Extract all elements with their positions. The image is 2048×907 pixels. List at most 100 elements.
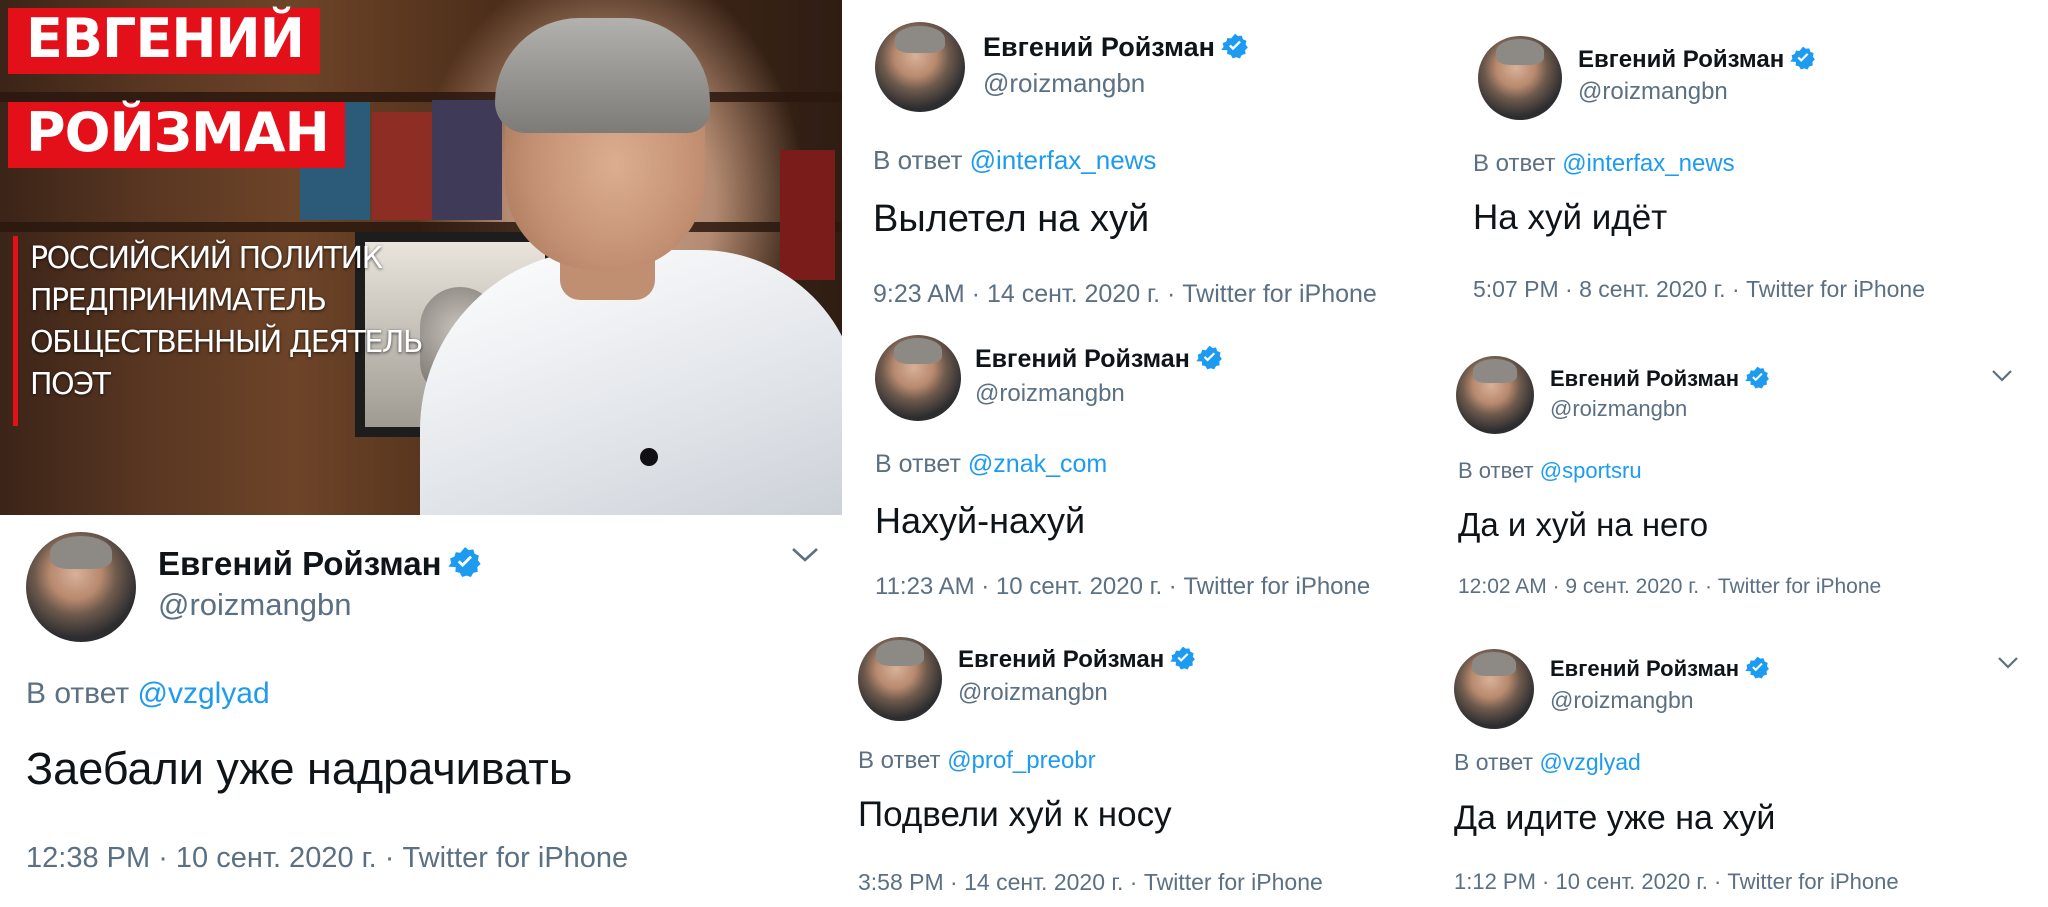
tweet-time[interactable]: 11:23 AM: [875, 573, 975, 600]
tweet-source[interactable]: Twitter for iPhone: [1718, 575, 1881, 598]
chevron-down-icon[interactable]: [1990, 368, 2014, 384]
tweet-meta: 12:02 AM · 9 сент. 2020 г. · Twitter for…: [1458, 575, 1882, 598]
display-name[interactable]: Евгений Ройзман: [1550, 655, 1770, 682]
verified-badge-icon: [1170, 646, 1196, 670]
tweet-card[interactable]: Евгений Ройзман @roizmangbn В ответ @spo…: [1440, 340, 2048, 620]
avatar[interactable]: [1478, 36, 1562, 120]
handle[interactable]: @roizmangbn: [158, 587, 351, 623]
avatar[interactable]: [26, 532, 136, 642]
person-hair: [495, 18, 710, 133]
reply-mention-link[interactable]: @znak_com: [968, 450, 1107, 478]
book: [372, 112, 432, 220]
tweet-time[interactable]: 1:12 PM: [1454, 869, 1536, 894]
verified-badge-icon: [1221, 33, 1248, 59]
tweet-date[interactable]: 14 сент. 2020 г.: [987, 280, 1160, 308]
handle[interactable]: @roizmangbn: [975, 380, 1125, 408]
chevron-down-icon[interactable]: [790, 545, 820, 565]
tweet-meta: 1:12 PM · 10 сент. 2020 г. · Twitter for…: [1454, 869, 1899, 894]
reply-mention-link[interactable]: @vzglyad: [1539, 749, 1640, 775]
avatar[interactable]: [1456, 356, 1534, 434]
tweet-card[interactable]: Евгений Ройзман @roizmangbn В ответ @int…: [855, 0, 1455, 320]
tweet-meta: 9:23 AM · 14 сент. 2020 г. · Twitter for…: [873, 280, 1377, 308]
tweet-meta: 12:38 PM · 10 сент. 2020 г. · Twitter fo…: [26, 842, 629, 874]
tweet-source[interactable]: Twitter for iPhone: [1182, 280, 1377, 308]
bookshelf: [0, 222, 842, 232]
subtitle-accent-bar: [13, 236, 18, 426]
verified-badge-icon: [1745, 366, 1769, 389]
tweet-source[interactable]: Twitter for iPhone: [1183, 573, 1370, 600]
tweet-text: Да идите уже на хуй: [1454, 799, 1776, 837]
banner-subtitle-line: РОССИЙСКИЙ ПОЛИТИК: [30, 241, 383, 276]
reply-mention-link[interactable]: @prof_preobr: [947, 747, 1095, 774]
tweet-source[interactable]: Twitter for iPhone: [1746, 276, 1925, 302]
tweet-time[interactable]: 9:23 AM: [873, 280, 965, 308]
display-name[interactable]: Евгений Ройзман: [975, 344, 1223, 374]
tweet-time[interactable]: 12:02 AM: [1458, 575, 1547, 598]
chevron-down-icon[interactable]: [1996, 655, 2020, 671]
tweet-text: Заебали уже надрачивать: [26, 743, 573, 794]
reply-context: В ответ @interfax_news: [873, 145, 1157, 175]
reply-context: В ответ @interfax_news: [1473, 150, 1735, 177]
handle[interactable]: @roizmangbn: [958, 679, 1108, 707]
handle[interactable]: @roizmangbn: [1550, 687, 1694, 714]
display-name[interactable]: Евгений Ройзман: [1550, 365, 1770, 392]
tweet-source[interactable]: Twitter for iPhone: [1144, 869, 1323, 895]
banner-subtitle-line: ОБЩЕСТВЕННЫЙ ДЕЯТЕЛЬ: [30, 325, 424, 360]
banner-subtitle-line: ПОЭТ: [30, 367, 111, 402]
tweet-card[interactable]: Евгений Ройзман @roizmangbn В ответ @vzg…: [0, 515, 842, 907]
tweet-card[interactable]: Евгений Ройзман @roizmangbn В ответ @pro…: [842, 615, 1442, 907]
banner-name-line2: РОЙЗМАН: [8, 102, 345, 168]
tweet-date[interactable]: 9 сент. 2020 г.: [1565, 575, 1699, 598]
reply-context: В ответ @sportsru: [1458, 458, 1642, 483]
avatar[interactable]: [858, 637, 942, 721]
reply-mention-link[interactable]: @interfax_news: [970, 145, 1157, 175]
banner-photo: ЕВГЕНИЙ РОЙЗМАН РОССИЙСКИЙ ПОЛИТИК ПРЕДП…: [0, 0, 842, 515]
reply-context: В ответ @znak_com: [875, 450, 1108, 478]
reply-mention-link[interactable]: @vzglyad: [137, 677, 269, 710]
tweet-meta: 11:23 AM · 10 сент. 2020 г. · Twitter fo…: [875, 573, 1371, 600]
display-name[interactable]: Евгений Ройзман: [1578, 45, 1816, 74]
tweet-text: Вылетел на хуй: [873, 198, 1150, 240]
handle[interactable]: @roizmangbn: [1578, 78, 1728, 106]
display-name[interactable]: Евгений Ройзман: [983, 32, 1249, 63]
verified-badge-icon: [1745, 656, 1769, 679]
book: [780, 150, 835, 280]
avatar[interactable]: [875, 22, 965, 112]
reply-mention-link[interactable]: @interfax_news: [1562, 150, 1734, 177]
tweet-card[interactable]: Евгений Ройзман @roizmangbn В ответ @vzg…: [1440, 625, 2048, 907]
handle[interactable]: @roizmangbn: [983, 68, 1145, 99]
reply-mention-link[interactable]: @sportsru: [1540, 458, 1642, 483]
tweet-text: Нахуй-нахуй: [875, 500, 1086, 541]
display-name[interactable]: Евгений Ройзман: [158, 545, 482, 583]
tweet-time[interactable]: 3:58 PM: [858, 869, 944, 895]
reply-context: В ответ @vzglyad: [26, 677, 270, 710]
reply-context: В ответ @vzglyad: [1454, 749, 1641, 775]
tweet-card[interactable]: Евгений Ройзман @roizmangbn В ответ @int…: [1460, 0, 2048, 320]
avatar[interactable]: [875, 335, 961, 421]
display-name[interactable]: Евгений Ройзман: [958, 645, 1196, 674]
book: [432, 100, 502, 220]
lapel-mic: [640, 448, 658, 466]
tweet-date[interactable]: 10 сент. 2020 г.: [996, 573, 1162, 600]
tweet-text: Подвели хуй к носу: [858, 795, 1172, 834]
tweet-date[interactable]: 14 сент. 2020 г.: [964, 869, 1123, 895]
verified-badge-icon: [1196, 345, 1222, 370]
verified-badge-icon: [447, 547, 481, 578]
verified-badge-icon: [1790, 46, 1816, 70]
banner-subtitle-line: ПРЕДПРИНИМАТЕЛЬ: [30, 283, 327, 318]
tweet-text: Да и хуй на него: [1458, 506, 1709, 543]
tweet-time[interactable]: 12:38 PM: [26, 842, 150, 874]
tweet-time[interactable]: 5:07 PM: [1473, 276, 1559, 302]
handle[interactable]: @roizmangbn: [1550, 396, 1687, 422]
tweet-date[interactable]: 8 сент. 2020 г.: [1579, 276, 1725, 302]
tweet-date[interactable]: 10 сент. 2020 г.: [176, 842, 377, 874]
reply-context: В ответ @prof_preobr: [858, 747, 1096, 774]
avatar[interactable]: [1454, 649, 1534, 729]
tweet-source[interactable]: Twitter for iPhone: [403, 842, 629, 874]
tweet-meta: 5:07 PM · 8 сент. 2020 г. · Twitter for …: [1473, 276, 1925, 302]
tweet-card[interactable]: Евгений Ройзман @roizmangbn В ответ @zna…: [855, 320, 1455, 610]
tweet-text: На хуй идёт: [1473, 198, 1668, 237]
tweet-meta: 3:58 PM · 14 сент. 2020 г. · Twitter for…: [858, 869, 1323, 895]
tweet-source[interactable]: Twitter for iPhone: [1727, 869, 1898, 894]
tweet-date[interactable]: 10 сент. 2020 г.: [1556, 869, 1708, 894]
